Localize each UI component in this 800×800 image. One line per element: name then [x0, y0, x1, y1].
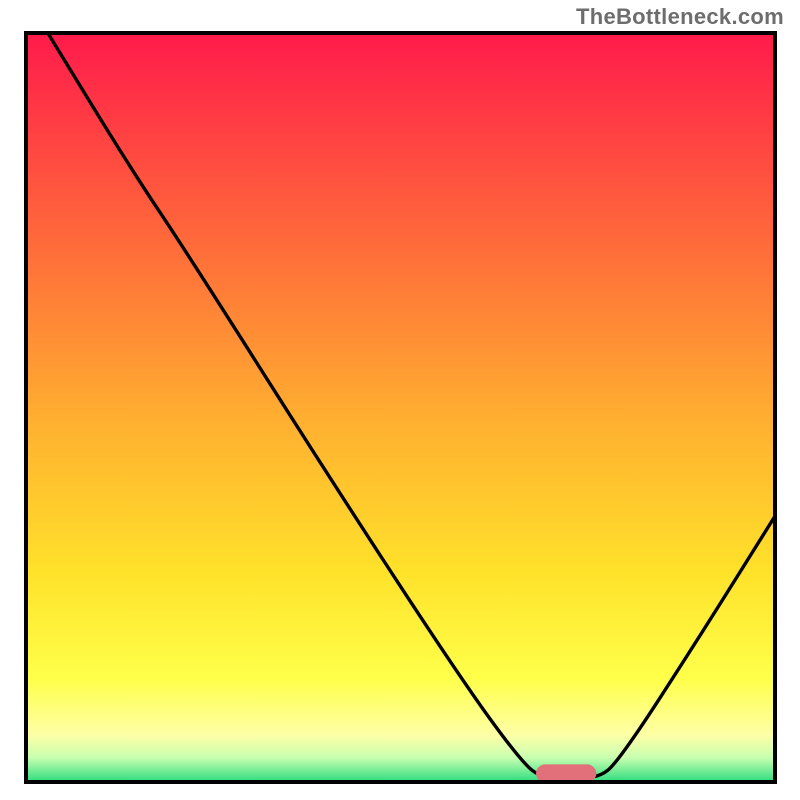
- bottleneck-chart: [24, 31, 777, 784]
- optimal-marker: [536, 764, 596, 782]
- chart-container: [24, 31, 777, 784]
- watermark-text: TheBottleneck.com: [576, 4, 784, 30]
- gradient-background: [24, 31, 777, 784]
